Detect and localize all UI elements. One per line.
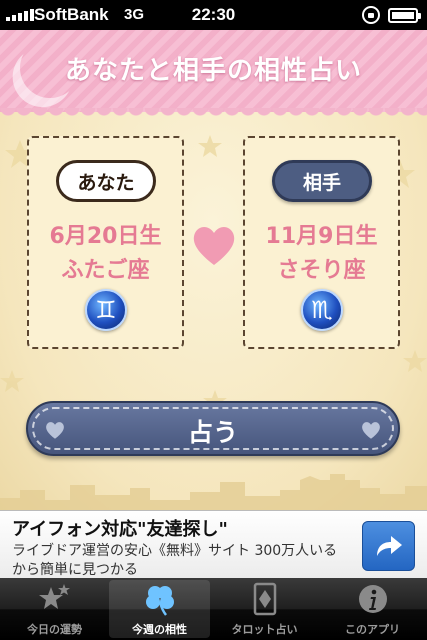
partner-zodiac-sign: さそり座 (277, 258, 366, 283)
rotation-lock-icon (362, 6, 380, 24)
tab-bar: 今日の運勢 今週の相性 タロット占い このアプリ (0, 578, 427, 640)
tab-tarot[interactable]: タロット占い (214, 580, 315, 638)
tab-label: タロット占い (231, 623, 298, 636)
tab-today-fortune[interactable]: 今日の運勢 (4, 580, 105, 638)
tab-weekly-compatibility[interactable]: 今週の相性 (109, 580, 210, 638)
scorpio-icon: ♏ (301, 289, 343, 331)
ad-banner[interactable]: アイフォン対応"友達探し" ライブドア運営の安心《無料》サイト 300万人いる … (0, 510, 427, 578)
status-bar: SoftBank 3G 22:30 (0, 0, 427, 30)
gemini-icon: ♊ (85, 289, 127, 331)
partner-birthday: 11月9日生 (265, 224, 378, 249)
share-arrow-icon (376, 536, 402, 556)
partner-name-pill[interactable]: 相手 (272, 160, 372, 202)
info-icon (322, 582, 423, 616)
main-content: あなたと相手の相性占い あなた 6月20日生 ふたご座 ♊ 相手 11月9日生 … (0, 30, 427, 510)
header-scallop-edge (0, 108, 427, 120)
your-zodiac-sign: ふたご座 (61, 258, 150, 283)
skyline-silhouette (0, 474, 427, 510)
ad-description-line-1: ライブドア運営の安心《無料》サイト 300万人いる (12, 543, 338, 559)
ad-description-line-2: から簡単に見つかる (12, 562, 138, 578)
your-name-pill[interactable]: あなた (56, 160, 156, 202)
clover-icon (109, 582, 210, 616)
header-banner: あなたと相手の相性占い (0, 30, 427, 112)
partner-profile-card[interactable]: 相手 11月9日生 さそり座 ♏ (243, 136, 400, 349)
ad-title: アイフォン対応"友達探し" (12, 519, 228, 540)
page-title: あなたと相手の相性占い (64, 56, 362, 86)
tab-label: 今日の運勢 (27, 623, 82, 636)
fortune-button[interactable]: 占う (26, 401, 400, 456)
fortune-button-label: 占う (187, 418, 238, 447)
your-birthday: 6月20日生 (49, 224, 162, 249)
ad-open-arrow-button[interactable] (362, 521, 415, 571)
tarot-card-icon (214, 582, 315, 616)
heart-icon (362, 422, 380, 439)
heart-icon (193, 227, 235, 265)
your-profile-card[interactable]: あなた 6月20日生 ふたご座 ♊ (27, 136, 184, 349)
tab-label: このアプリ (345, 623, 400, 636)
tab-about-app[interactable]: このアプリ (322, 580, 423, 638)
stars-icon (4, 582, 105, 616)
tab-label: 今週の相性 (132, 623, 187, 636)
battery-icon (388, 8, 421, 23)
